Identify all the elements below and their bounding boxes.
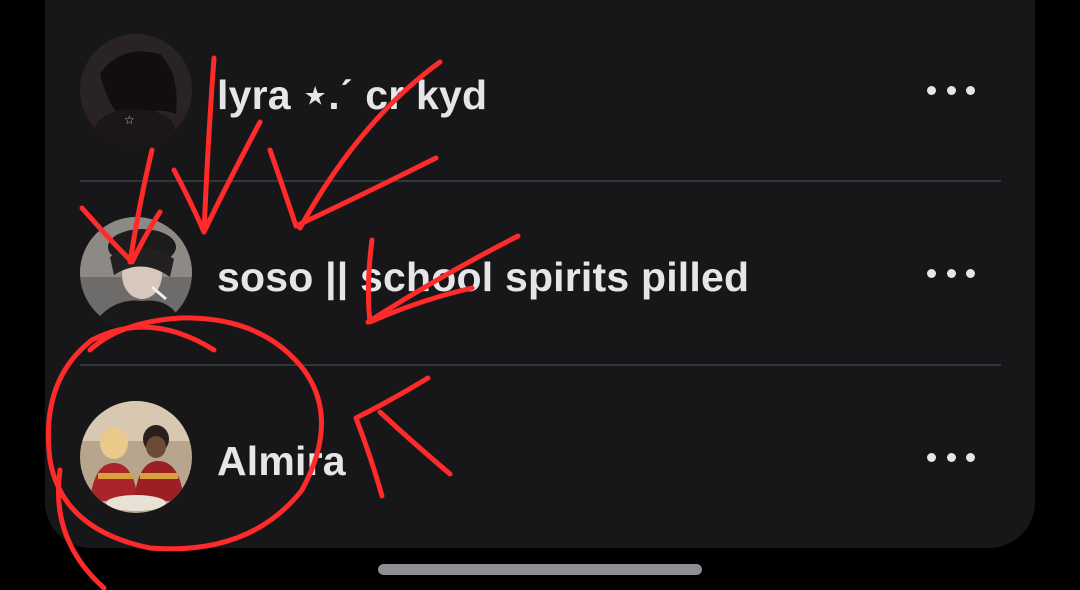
- more-horizontal-icon: [927, 85, 936, 95]
- avatar: ☆: [80, 34, 192, 146]
- more-horizontal-icon: [927, 268, 936, 278]
- more-dot: [946, 85, 956, 95]
- home-indicator[interactable]: [378, 564, 702, 575]
- more-dot: [966, 268, 975, 278]
- more-options-button[interactable]: [923, 437, 979, 477]
- more-horizontal-icon: [927, 452, 936, 462]
- account-row[interactable]: ☆ lyra ⋆.ˊ cr kyd: [45, 0, 1035, 180]
- more-dot: [966, 85, 975, 95]
- account-row[interactable]: soso || school spirits pilled: [45, 182, 1035, 362]
- more-dot: [946, 268, 956, 278]
- more-options-button[interactable]: [923, 70, 979, 110]
- more-dot: [946, 452, 956, 462]
- account-name: lyra ⋆.ˊ cr kyd: [217, 72, 488, 118]
- account-switcher-panel: ☆ lyra ⋆.ˊ cr kyd soso || school spirits…: [45, 0, 1035, 548]
- avatar: [80, 217, 192, 329]
- account-name: soso || school spirits pilled: [217, 254, 750, 300]
- account-name: Almira: [217, 438, 346, 484]
- svg-text:☆: ☆: [124, 113, 135, 127]
- more-dot: [966, 452, 975, 462]
- more-options-button[interactable]: [923, 253, 979, 293]
- avatar: [80, 401, 192, 513]
- account-row[interactable]: Almira: [45, 366, 1035, 546]
